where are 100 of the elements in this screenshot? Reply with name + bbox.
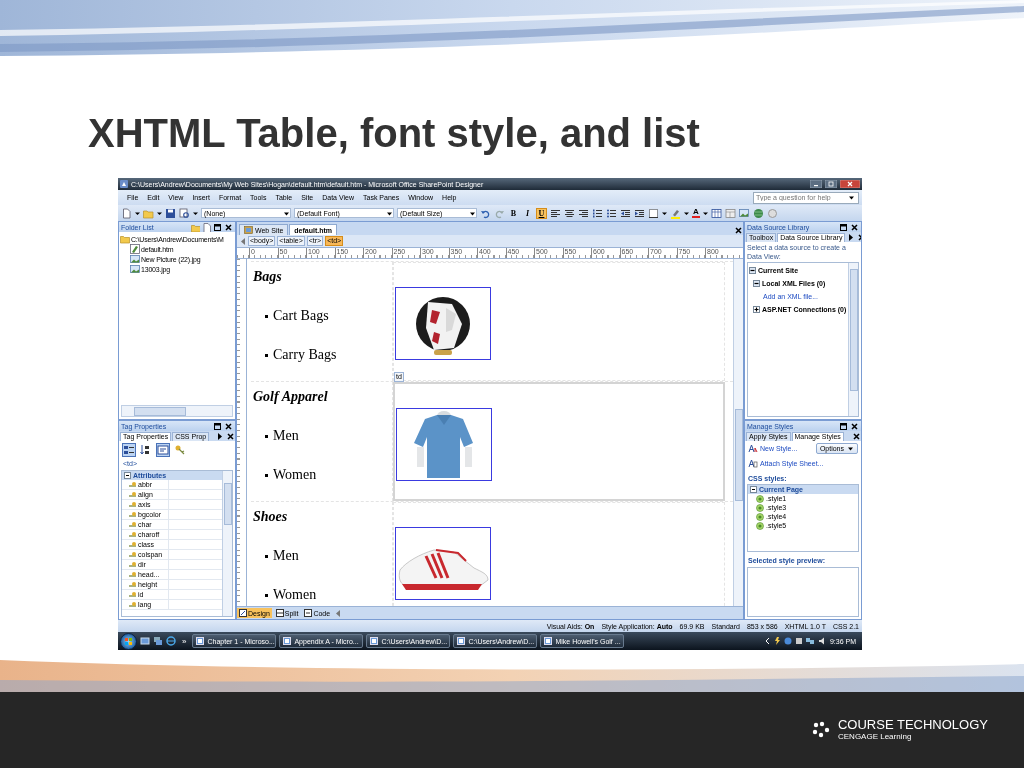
scroll-left-icon[interactable] [239,236,246,246]
page-icon[interactable] [202,222,211,232]
list-item: Men [273,428,299,444]
attribute-icon [128,561,137,568]
close-icon[interactable] [224,421,233,431]
font-color-button[interactable]: A [692,208,700,218]
image-icon[interactable] [738,207,750,219]
bullet-icon [265,434,268,438]
maximize-icon[interactable] [213,421,222,431]
attribute-icon [128,511,137,518]
categorized-icon[interactable] [122,443,136,457]
new-style-icon [748,444,758,453]
web-page-icon[interactable] [130,244,140,254]
image-file-icon[interactable] [130,254,140,264]
key-icon[interactable] [173,443,187,457]
align-right-icon[interactable] [578,207,589,219]
window-icon [370,637,379,645]
window-icon [196,637,205,645]
section-heading: Bags [252,269,282,285]
tab-scroll-icon[interactable] [216,432,225,441]
minimize-icon[interactable] [810,180,822,188]
attribute-icon [128,551,137,558]
section-heading: Shoes [252,509,288,525]
collapse-icon[interactable] [750,486,757,493]
caret-icon [847,445,854,452]
expander-icon[interactable] [753,306,760,313]
preview-icon[interactable] [179,207,190,219]
expander-icon[interactable] [749,267,756,274]
scrollbar[interactable] [848,263,858,416]
scroll-left-icon[interactable] [334,608,342,618]
chevron-icon[interactable] [763,637,770,645]
attribute-icon [128,571,137,578]
bullet-icon [265,593,268,597]
attribute-icon [128,531,137,538]
align-left-icon[interactable] [550,207,561,219]
close-icon[interactable] [734,226,743,235]
site-icon [244,226,253,234]
more-button[interactable]: » [182,636,187,646]
attach-icon [748,459,758,468]
list-item: Women [273,587,317,603]
new-page-icon[interactable] [121,207,132,219]
borders-icon[interactable] [648,207,659,219]
format-button[interactable]: U [536,207,547,219]
align-center-icon[interactable] [564,207,575,219]
browser-icon[interactable] [166,636,176,646]
attribute-icon [128,491,137,498]
scrollbar[interactable] [733,259,743,606]
scrollbar[interactable] [222,471,232,616]
bullet-icon [265,314,268,318]
attribute-icon [128,521,137,528]
attribute-icon [128,601,137,608]
view-icon [275,609,284,617]
attribute-icon [128,581,137,588]
close-icon[interactable] [224,222,233,232]
globe-icon[interactable] [752,207,764,219]
highlight-icon[interactable] [670,207,681,219]
logo-icon [812,721,832,739]
app-icon [120,180,128,188]
attribute-icon [128,541,137,548]
image-file-icon[interactable] [130,264,140,274]
bullet-icon [265,353,268,357]
format-button[interactable]: B [508,207,519,219]
property-icon[interactable] [156,443,170,457]
maximize-icon[interactable] [839,222,848,232]
caret-icon [848,194,855,201]
attribute-icon [128,591,137,598]
expander-icon[interactable] [753,280,760,287]
view-icon [304,609,313,617]
maximize-icon[interactable] [839,421,848,431]
bullet-icon [265,473,268,477]
scrollbar[interactable] [121,405,233,417]
save-icon[interactable] [165,207,176,219]
start-button[interactable] [120,632,137,650]
attribute-icon [128,501,137,508]
close-icon[interactable] [226,432,235,441]
format-button[interactable]: I [522,207,533,219]
window-icon [544,637,553,645]
increase-indent-icon[interactable] [634,207,645,219]
table-icon[interactable] [710,207,722,219]
bulleted-list-icon[interactable] [606,207,617,219]
attribute-icon [128,481,137,488]
list-item: Carry Bags [273,347,337,363]
close-icon[interactable] [850,421,859,431]
list-item: Women [273,467,317,483]
window-icon [283,637,292,645]
close-icon[interactable] [852,432,861,441]
list-item: Men [273,548,299,564]
logo-text: COURSE TECHNOLOGY [838,718,988,732]
decrease-indent-icon[interactable] [620,207,631,219]
desktop-icon[interactable] [140,636,150,646]
network-icon[interactable] [805,637,815,645]
window-icon [457,637,466,645]
close-icon[interactable] [850,222,859,232]
numbered-list-icon[interactable] [592,207,603,219]
window-switch-icon[interactable] [153,636,163,646]
maximize-icon[interactable] [213,222,222,232]
collapse-icon[interactable] [124,472,131,479]
speaker-icon[interactable] [817,637,827,645]
slide-title: XHTML Table, font style, and list [88,111,700,155]
bullet-icon [265,554,268,558]
